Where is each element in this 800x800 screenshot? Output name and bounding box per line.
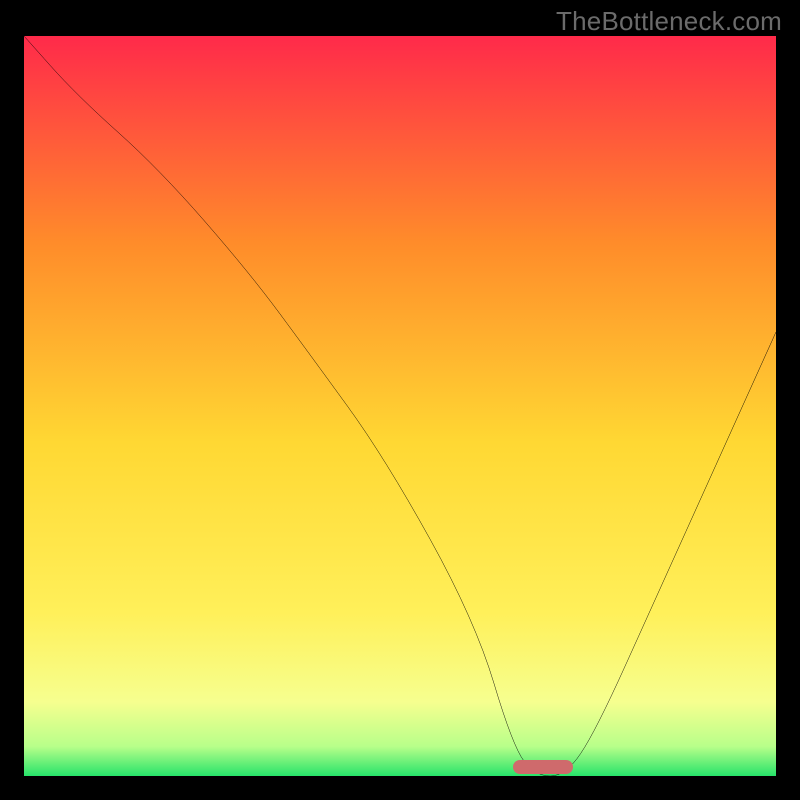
chart-root: TheBottleneck.com [0,0,800,800]
watermark-text: TheBottleneck.com [556,6,782,37]
background-gradient [24,36,776,776]
plot-area [24,36,776,776]
optimal-marker [513,760,573,774]
gradient-rect [24,36,776,776]
